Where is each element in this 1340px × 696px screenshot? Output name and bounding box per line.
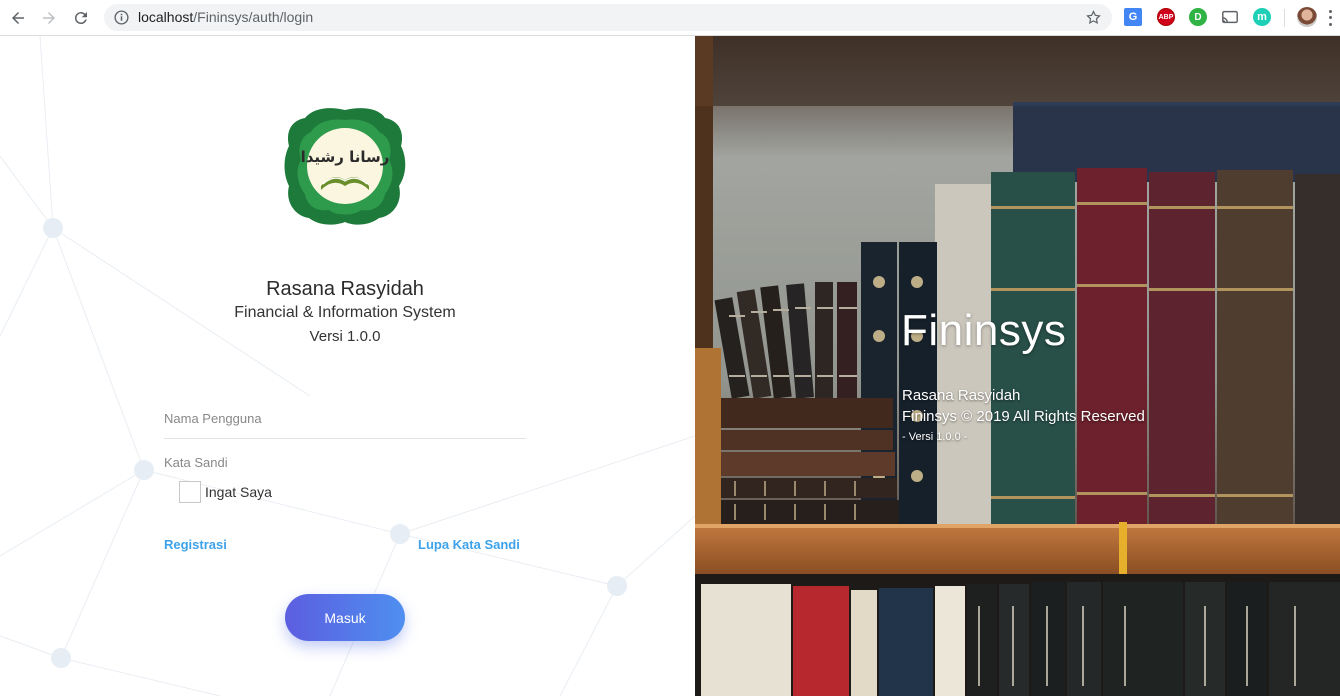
url-path: /Fininsys/auth/login [193,9,314,25]
organization-name: Rasana Rasyidah [266,278,424,300]
translate-extension-icon[interactable]: G [1124,8,1142,26]
logo-arabic-text: رسانا رشيدا [301,148,390,166]
hero-title: Fininsys [901,306,1067,355]
remember-me-label[interactable]: Ingat Saya [205,484,272,500]
system-name: Financial & Information System [234,304,456,321]
browser-toolbar: localhost/Fininsys/auth/login G ABP D m [0,0,1340,36]
app-version: Versi 1.0.0 [309,328,381,345]
profile-avatar[interactable] [1297,7,1317,27]
password-input[interactable] [164,442,526,482]
browser-menu-icon[interactable] [1326,8,1334,28]
login-panel: رسانا رشيدا Rasana Rasyidah Financial & … [0,36,695,696]
username-input[interactable] [164,399,526,439]
reload-icon[interactable] [69,6,93,30]
mint-glyph: m [1257,11,1267,23]
hero-version: - Versi 1.0.0 - [902,431,968,443]
forward-arrow-icon[interactable] [37,6,61,30]
abp-glyph: ABP [1158,13,1174,21]
rasana-rasyidah-logo: رسانا رشيدا [284,108,406,225]
bookmark-star-icon[interactable] [1085,9,1102,26]
adblock-extension-icon[interactable]: ABP [1157,8,1175,26]
bookshelf-background [695,36,1340,696]
url-text[interactable]: localhost/Fininsys/auth/login [138,9,313,25]
cast-icon[interactable] [1221,8,1239,26]
forgot-password-link[interactable]: Lupa Kata Sandi [418,537,520,552]
toolbar-divider [1284,9,1285,27]
login-button[interactable]: Masuk [285,594,405,641]
register-link[interactable]: Registrasi [164,537,227,552]
green-glyph: D [1194,11,1202,23]
hero-panel: Fininsys Rasana Rasyidah Fininsys © 2019… [695,36,1340,696]
url-host: localhost [138,9,194,25]
hero-organization: Rasana Rasyidah [902,387,1021,404]
hero-copyright: Fininsys © 2019 All Rights Reserved [902,408,1145,425]
green-extension-icon[interactable]: D [1189,8,1207,26]
mint-extension-icon[interactable]: m [1253,8,1271,26]
info-icon[interactable] [113,9,130,26]
back-arrow-icon[interactable] [6,6,30,30]
translate-glyph: G [1128,11,1138,23]
remember-me[interactable]: Ingat Saya [179,481,272,503]
address-bar[interactable]: localhost/Fininsys/auth/login [104,4,1112,31]
remember-me-checkbox[interactable] [179,481,201,503]
